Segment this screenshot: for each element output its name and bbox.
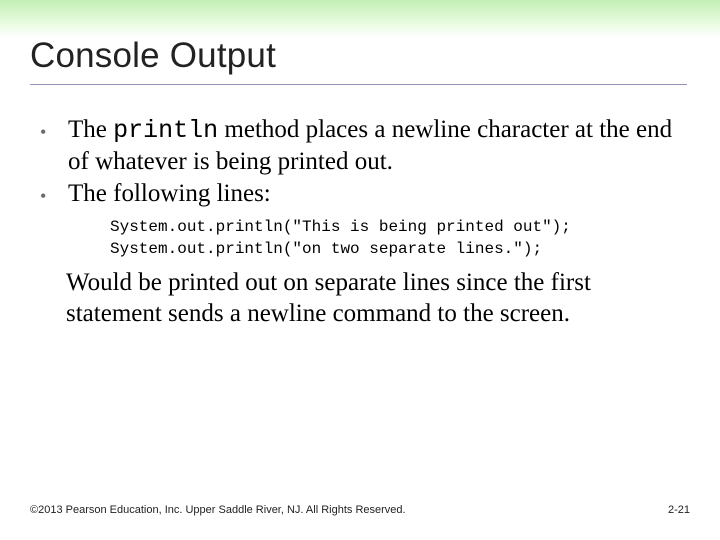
- code-block: System.out.println("This is being printe…: [110, 217, 680, 260]
- title-underline: [30, 84, 687, 85]
- bullet-dot-icon: •: [40, 115, 68, 177]
- footer: ©2013 Pearson Education, Inc. Upper Sadd…: [30, 504, 690, 516]
- copyright-text: ©2013 Pearson Education, Inc. Upper Sadd…: [30, 504, 406, 516]
- paragraph: Would be printed out on separate lines s…: [66, 268, 676, 329]
- bullet-dot-icon: •: [40, 179, 68, 211]
- code-line: System.out.println("This is being printe…: [110, 218, 571, 236]
- slide-title: Console Output: [30, 36, 276, 76]
- bullet-text: The println method places a newline char…: [68, 115, 680, 177]
- slide: Console Output • The println method plac…: [0, 0, 720, 540]
- content-area: • The println method places a newline ch…: [40, 115, 680, 329]
- header-gradient: [0, 0, 720, 38]
- code-line: System.out.println("on two separate line…: [110, 240, 542, 258]
- bullet-text-pre: The: [68, 116, 113, 143]
- bullet-item: • The println method places a newline ch…: [40, 115, 680, 177]
- page-number: 2-21: [668, 504, 690, 516]
- inline-code: println: [113, 116, 218, 145]
- bullet-item: • The following lines:: [40, 179, 680, 211]
- bullet-text: The following lines:: [68, 179, 680, 211]
